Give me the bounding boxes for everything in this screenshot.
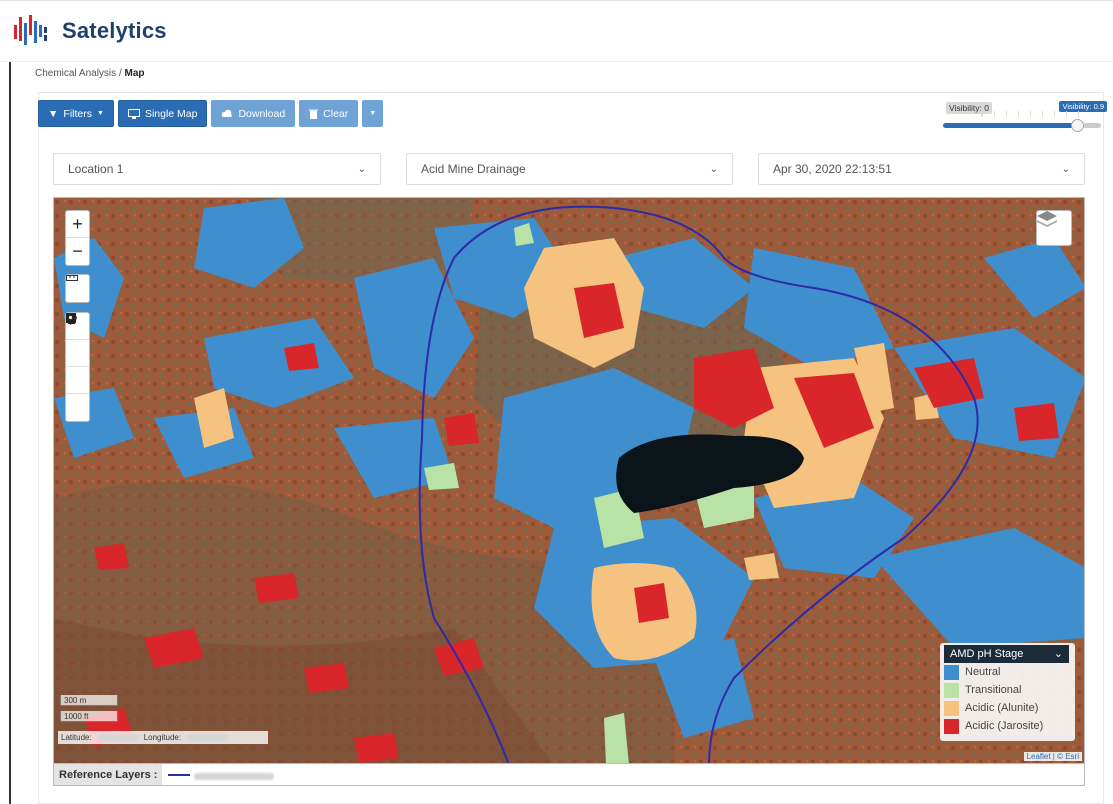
longitude-label: Longitude: xyxy=(143,733,182,742)
caret-down-icon: ▼ xyxy=(369,110,377,117)
breadcrumb-current: Map xyxy=(124,68,145,79)
legend-label: Acidic (Alunite) xyxy=(965,702,1039,714)
marker-icon[interactable] xyxy=(66,313,89,421)
app-name: Satelytics xyxy=(62,18,167,43)
filters-label: Filters xyxy=(63,107,92,120)
legend-swatch xyxy=(944,718,959,734)
logo-icon xyxy=(14,15,47,45)
monitor-icon xyxy=(127,108,140,119)
download-button[interactable]: Download xyxy=(211,100,296,127)
latitude-value xyxy=(97,734,138,741)
single-map-button[interactable]: Single Map xyxy=(117,100,208,127)
chevron-down-icon: ⌄ xyxy=(1061,163,1070,175)
legend-item: Acidic (Jarosite) xyxy=(944,717,1071,735)
slider-handle[interactable] xyxy=(1071,119,1084,132)
datetime-value: Apr 30, 2020 22:13:51 xyxy=(773,162,892,176)
chevron-down-icon: ⌄ xyxy=(709,163,718,175)
scale-imperial: 1000 ft xyxy=(60,711,118,722)
slider-ticks xyxy=(981,111,1081,117)
filters-button[interactable]: ▼ Filters ▼ xyxy=(38,100,114,127)
slider-track-filled xyxy=(943,123,1083,128)
scale-metric: 300 m xyxy=(60,695,118,706)
reference-layer-name[interactable] xyxy=(194,772,275,780)
zoom-control: + − xyxy=(65,210,90,266)
visibility-slider[interactable]: Visibility: 0 Visibility: 0.9 xyxy=(941,100,1107,136)
download-label: Download xyxy=(238,107,286,120)
app-logo[interactable]: Satelytics xyxy=(12,13,167,49)
slider-track-rest xyxy=(1083,123,1101,128)
filter-icon: ▼ xyxy=(48,107,59,120)
legend-item: Neutral xyxy=(944,663,1071,681)
map-view[interactable]: + − 300 m 1000 ft Latitude: Longitude: A… xyxy=(53,197,1085,764)
zoom-in-button[interactable]: + xyxy=(66,211,89,238)
location-select[interactable]: Location 1 ⌄ xyxy=(53,153,381,185)
legend-item: Acidic (Alunite) xyxy=(944,699,1071,717)
clear-label: Clear xyxy=(323,107,349,120)
longitude-value xyxy=(187,734,228,741)
datetime-select[interactable]: Apr 30, 2020 22:13:51 ⌄ xyxy=(758,153,1085,185)
measure-control xyxy=(65,274,90,303)
legend-title: AMD pH Stage xyxy=(950,648,1024,660)
breadcrumb-separator: / xyxy=(118,68,122,79)
satellite-imagery xyxy=(54,198,1084,763)
location-value: Location 1 xyxy=(68,162,124,176)
cloud-download-icon xyxy=(222,109,233,117)
layers-button[interactable] xyxy=(1036,210,1072,246)
analysis-value: Acid Mine Drainage xyxy=(421,162,526,176)
zoom-out-button[interactable]: − xyxy=(66,238,89,265)
legend-swatch xyxy=(944,700,959,716)
map-toolbar: ▼ Filters ▼ Single Map Download Clear ▼ xyxy=(38,100,384,127)
map-legend: AMD pH Stage ⌄ Neutral Transitional Acid… xyxy=(940,643,1075,741)
draw-toolbar xyxy=(65,312,90,422)
legend-header[interactable]: AMD pH Stage ⌄ xyxy=(944,645,1069,663)
legend-label: Neutral xyxy=(965,666,1001,678)
trash-icon xyxy=(309,109,319,119)
layers-icon xyxy=(1037,211,1057,227)
chevron-down-icon: ⌄ xyxy=(1053,648,1063,660)
analysis-select[interactable]: Acid Mine Drainage ⌄ xyxy=(406,153,733,185)
top-bar: Satelytics xyxy=(0,0,1113,62)
coordinates-readout: Latitude: Longitude: xyxy=(58,731,268,744)
legend-item: Transitional xyxy=(944,681,1071,699)
reference-layers-label: Reference Layers : xyxy=(54,764,163,785)
legend-label: Transitional xyxy=(965,684,1022,696)
rectangle-icon[interactable] xyxy=(66,313,89,367)
latitude-label: Latitude: xyxy=(61,733,92,742)
legend-label: Acidic (Jarosite) xyxy=(965,720,1044,732)
caret-down-icon: ▼ xyxy=(97,110,104,117)
boundary-line-swatch xyxy=(168,773,191,776)
map-attribution[interactable]: Leaflet | © Esri xyxy=(1023,752,1082,761)
reference-layers-bar: Reference Layers : xyxy=(53,764,1085,786)
single-map-label: Single Map xyxy=(144,107,198,120)
clear-dropdown-toggle[interactable]: ▼ xyxy=(362,100,384,127)
chevron-down-icon: ⌄ xyxy=(357,163,366,175)
legend-swatch xyxy=(944,664,959,680)
breadcrumb-parent[interactable]: Chemical Analysis xyxy=(35,68,116,79)
legend-swatch xyxy=(944,682,959,698)
clear-button[interactable]: Clear xyxy=(299,100,359,127)
circle-icon[interactable] xyxy=(66,313,89,394)
ruler-icon[interactable] xyxy=(66,275,89,302)
left-divider xyxy=(9,62,11,804)
breadcrumb: Chemical Analysis / Map xyxy=(35,68,145,79)
